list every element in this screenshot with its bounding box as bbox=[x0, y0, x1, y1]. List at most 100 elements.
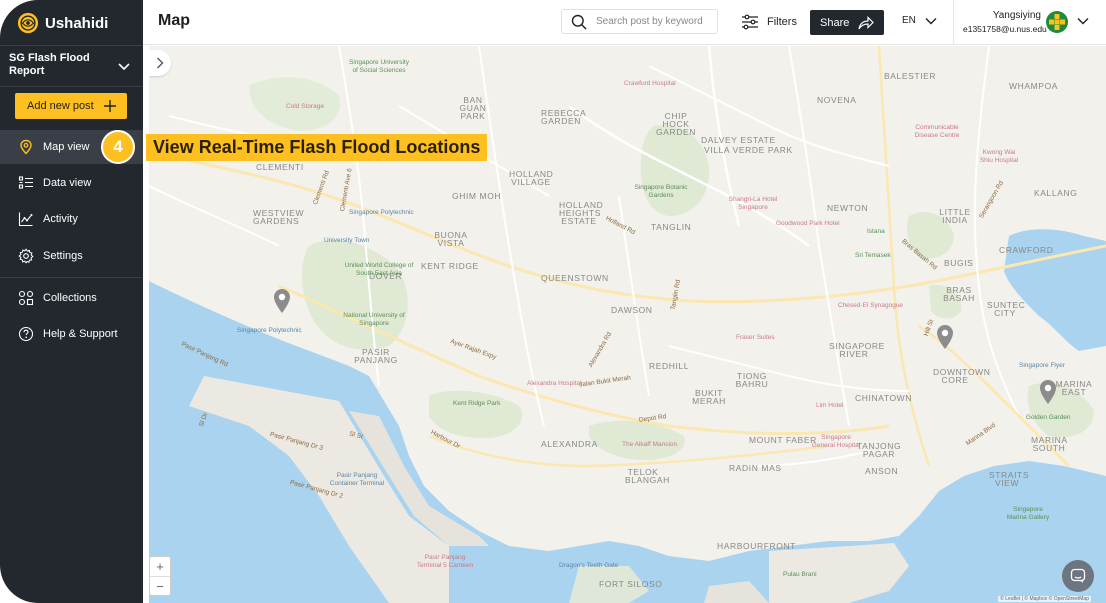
map-label: DOWNTOWN CORE bbox=[933, 367, 991, 385]
app-window: Ushahidi SG Flash Flood Report Add new p… bbox=[0, 0, 1106, 603]
map-label: TANGLIN bbox=[651, 222, 692, 232]
map-label: BALESTIER bbox=[884, 71, 937, 81]
filters-label: Filters bbox=[767, 16, 797, 28]
flood-marker-pin[interactable] bbox=[1039, 379, 1057, 405]
sidebar-item-collections[interactable]: Collections bbox=[0, 281, 143, 315]
sidebar-item-label: Collections bbox=[43, 292, 97, 304]
map-label: TELOK BLANGAH bbox=[625, 467, 670, 485]
map-label: WESTVIEW GARDENS bbox=[253, 208, 305, 226]
sidebar-item-data-view[interactable]: Data view bbox=[0, 166, 143, 200]
map-label: CHINATOWN bbox=[855, 393, 913, 403]
user-info[interactable]: Yangsiying e1351758@u.nus.edu bbox=[963, 10, 1047, 34]
map-poi-label: Kent Ridge Park bbox=[453, 400, 501, 407]
sidebar-item-label: Map view bbox=[43, 141, 90, 153]
help-icon bbox=[17, 326, 34, 343]
map-label: ANSON bbox=[865, 466, 899, 476]
sidebar-item-settings[interactable]: Settings bbox=[0, 239, 143, 273]
map-attribution[interactable]: © Leaflet | © Mapbox © OpenStreetMap bbox=[998, 596, 1091, 602]
callout-annotation: View Real-Time Flash Flood Locations bbox=[146, 134, 488, 161]
map-label: TANJONG PAGAR bbox=[857, 441, 902, 459]
map-label: NEWTON bbox=[827, 203, 869, 213]
map-label: DALVEY ESTATE bbox=[701, 135, 776, 145]
map-poi-label: Goodwood Park Hotel bbox=[776, 220, 840, 227]
map-poi-label: Singapore Polytechnic bbox=[349, 209, 414, 216]
collections-icon bbox=[17, 290, 34, 307]
map-label: REDHILL bbox=[649, 361, 690, 371]
header-divider bbox=[953, 0, 954, 45]
brand[interactable]: Ushahidi bbox=[17, 12, 108, 34]
map-poi-label: Istana bbox=[867, 228, 885, 235]
map-canvas[interactable]: BALESTIER NOVENA WHAMPOA REBECCA GARDEN … bbox=[149, 46, 1106, 603]
deployment-name: SG Flash Flood Report bbox=[9, 52, 90, 77]
add-new-post-button[interactable]: Add new post bbox=[15, 93, 127, 119]
map-label: TIONG BAHRU bbox=[735, 371, 769, 389]
sidebar-item-help[interactable]: Help & Support bbox=[0, 317, 143, 351]
user-name: Yangsiying bbox=[992, 10, 1041, 21]
map-poi-label: Kwong Wai Shiu Hospital bbox=[979, 149, 1019, 164]
map-label: SINGAPORE RIVER bbox=[829, 341, 885, 359]
map-poi-label: United World College of South East Asia bbox=[344, 262, 414, 277]
sidebar-item-label: Settings bbox=[43, 250, 83, 262]
map-poi-label: Fraser Suites bbox=[736, 334, 775, 341]
map-label: NOVENA bbox=[817, 95, 857, 105]
filters-button[interactable]: Filters bbox=[741, 13, 797, 31]
map-label: GHIM MOH bbox=[452, 191, 502, 201]
deployment-switcher[interactable]: SG Flash Flood Report bbox=[0, 45, 143, 87]
sidebar-item-label: Data view bbox=[43, 177, 92, 189]
search-box[interactable] bbox=[561, 9, 718, 34]
language-label: EN bbox=[902, 15, 916, 26]
sidebar-item-activity[interactable]: Activity bbox=[0, 202, 143, 236]
map-label: BAN GUAN PARK bbox=[459, 95, 487, 121]
map-poi-label: Singapore General Hospital bbox=[811, 434, 861, 449]
map-label: BUGIS bbox=[944, 258, 974, 268]
top-header: Map Filters Share EN Yangsiying e1351758… bbox=[143, 0, 1106, 45]
map-poi-label: Singapore University of Social Sciences bbox=[349, 59, 409, 74]
map-poi-label: Pasir Panjang Terminal 5 Canteen bbox=[416, 554, 474, 569]
map-poi-label: Communicable Disease Centre bbox=[914, 124, 960, 139]
share-arrow-icon bbox=[858, 15, 874, 29]
activity-icon bbox=[17, 211, 34, 228]
map-label: DAWSON bbox=[611, 305, 653, 315]
flood-marker-pin[interactable] bbox=[936, 324, 954, 350]
map-poi-label: Singapore Flyer bbox=[1019, 362, 1065, 369]
chat-support-button[interactable] bbox=[1062, 560, 1094, 592]
map-label: HOLLAND HEIGHTS ESTATE bbox=[559, 200, 604, 226]
zoom-in-button[interactable]: + bbox=[150, 557, 170, 577]
list-icon bbox=[17, 175, 34, 192]
user-menu-chevron-icon[interactable] bbox=[1077, 17, 1089, 25]
map-label: HARBOURFRONT bbox=[717, 541, 796, 551]
map-pin-icon bbox=[17, 139, 34, 156]
sidebar-divider bbox=[0, 277, 143, 278]
ushahidi-logo-icon bbox=[17, 12, 39, 34]
map-label: RADIN MAS bbox=[729, 463, 782, 473]
map-label: KENT RIDGE bbox=[421, 261, 479, 271]
language-selector[interactable]: EN bbox=[902, 15, 937, 26]
app-name: Ushahidi bbox=[45, 14, 109, 32]
map-label: MOUNT FABER bbox=[749, 435, 817, 445]
chevron-right-icon bbox=[157, 57, 164, 69]
map-label: ALEXANDRA bbox=[541, 439, 598, 449]
chat-icon bbox=[1070, 568, 1086, 583]
map-poi-label: Sri Temasek bbox=[855, 252, 891, 259]
map-label: CRAWFORD bbox=[999, 245, 1054, 255]
search-input[interactable] bbox=[596, 16, 708, 27]
map-poi-label: The Alkaff Mansion bbox=[622, 441, 678, 448]
map-poi-label: Lim Hotel bbox=[816, 402, 844, 409]
map-label: CHIP HOCK GARDEN bbox=[656, 111, 696, 137]
map-label: QUEENSTOWN bbox=[541, 273, 609, 283]
map-label: WHAMPOA bbox=[1009, 81, 1059, 91]
map-poi-label: Cold Storage bbox=[286, 103, 324, 110]
map-label: KALLANG bbox=[1034, 188, 1078, 198]
map-label: VILLA VERDE PARK bbox=[704, 145, 793, 155]
user-email: e1351758@u.nus.edu bbox=[963, 24, 1047, 34]
zoom-out-button[interactable]: − bbox=[150, 577, 170, 596]
map-poi-label: Chesed-El Synagogue bbox=[838, 302, 904, 309]
map-poi-label: Golden Garden bbox=[1026, 414, 1071, 421]
chevron-down-icon bbox=[118, 63, 130, 71]
avatar[interactable] bbox=[1046, 11, 1068, 33]
map-label: CLEMENTI bbox=[256, 162, 304, 172]
share-label: Share bbox=[820, 16, 850, 29]
flood-marker-pin[interactable] bbox=[273, 288, 291, 314]
map-label: BUONA VISTA bbox=[434, 230, 468, 248]
share-button[interactable]: Share bbox=[810, 10, 884, 35]
